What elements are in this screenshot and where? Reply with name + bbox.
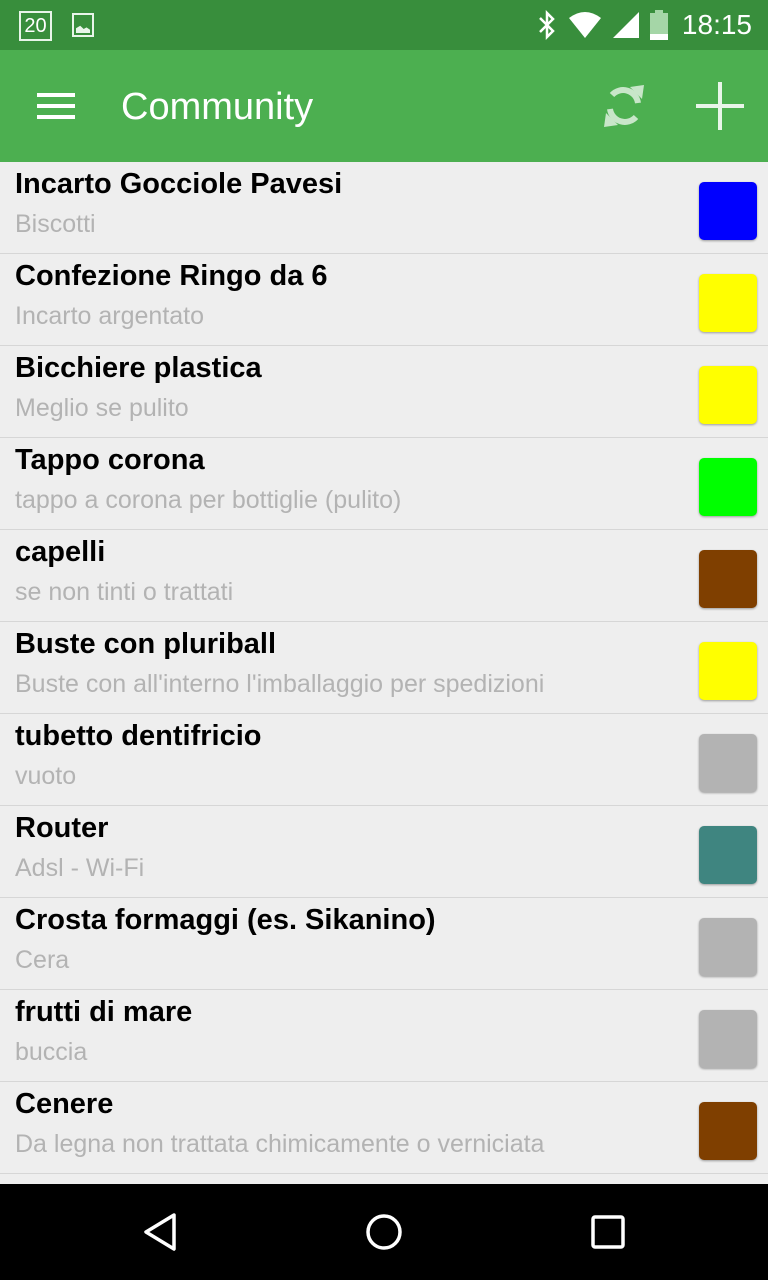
item-description: Da legna non trattata chimicamente o ver… <box>15 1130 545 1158</box>
back-button[interactable] <box>130 1202 190 1262</box>
item-description: Incarto argentato <box>15 302 205 330</box>
item-description: vuoto <box>15 762 77 790</box>
item-name: Buste con pluriball <box>15 628 277 660</box>
add-icon <box>696 82 744 130</box>
color-swatch <box>699 918 757 976</box>
item-name: Cenere <box>15 1088 114 1120</box>
battery-icon <box>649 10 668 40</box>
color-swatch <box>699 458 757 516</box>
wifi-icon <box>568 12 601 38</box>
item-name: frutti di mare <box>15 996 193 1028</box>
item-name: Router <box>15 812 109 844</box>
app-bar: Community <box>0 50 768 162</box>
list-item[interactable]: Cenere Da legna non trattata chimicamente… <box>0 1082 768 1174</box>
add-button[interactable] <box>692 78 748 134</box>
item-description: Cera <box>15 946 70 974</box>
color-swatch <box>699 826 757 884</box>
color-swatch <box>699 182 757 240</box>
item-description: Biscotti <box>15 210 96 238</box>
item-name: Incarto Gocciole Pavesi <box>15 168 343 200</box>
list-item[interactable]: capelli se non tinti o trattati <box>0 530 768 622</box>
item-description: Adsl - Wi-Fi <box>15 854 145 882</box>
color-swatch <box>699 734 757 792</box>
list-item[interactable]: Buste con pluriball Buste con all'interno… <box>0 622 768 714</box>
page-title: Community <box>121 86 314 128</box>
bluetooth-icon <box>539 10 555 40</box>
list-item-partial[interactable] <box>0 1174 768 1184</box>
item-description: tappo a corona per bottiglie (pulito) <box>15 486 402 514</box>
item-description: Meglio se pulito <box>15 394 189 422</box>
list-item[interactable]: Bicchiere plastica Meglio se pulito <box>0 346 768 438</box>
list-item[interactable]: Tappo corona tappo a corona per bottiglie… <box>0 438 768 530</box>
item-description: se non tinti o trattati <box>15 578 234 606</box>
menu-icon <box>37 93 75 119</box>
color-swatch <box>699 1010 757 1068</box>
clock: 18:15 <box>681 9 752 40</box>
list-item[interactable]: Confezione Ringo da 6 Incarto argentato <box>0 254 768 346</box>
back-icon <box>144 1213 176 1251</box>
list-item[interactable]: Router Adsl - Wi-Fi <box>0 806 768 898</box>
item-name: capelli <box>15 536 106 568</box>
menu-button[interactable] <box>30 80 82 132</box>
item-description: Buste con all'interno l'imballaggio per … <box>15 670 545 698</box>
color-swatch <box>699 1102 757 1160</box>
notification-20-icon: 20 <box>19 11 52 41</box>
color-swatch <box>699 366 757 424</box>
list-item[interactable]: Crosta formaggi (es. Sikanino) Cera <box>0 898 768 990</box>
item-name: Bicchiere plastica <box>15 352 262 384</box>
item-name: Crosta formaggi (es. Sikanino) <box>15 904 436 936</box>
item-name: Tappo corona <box>15 444 205 476</box>
color-swatch <box>699 550 757 608</box>
list-item[interactable]: Incarto Gocciole Pavesi Biscotti <box>0 162 768 254</box>
home-button[interactable] <box>354 1202 414 1262</box>
navigation-bar <box>0 1184 768 1280</box>
recents-button[interactable] <box>578 1202 638 1262</box>
item-name: Confezione Ringo da 6 <box>15 260 328 292</box>
item-name: tubetto dentifricio <box>15 720 262 752</box>
sync-button[interactable] <box>596 78 652 134</box>
status-bar: 20 18:15 <box>0 0 768 50</box>
cell-signal-icon <box>612 12 639 38</box>
color-swatch <box>699 274 757 332</box>
sync-icon <box>604 85 644 127</box>
list-item[interactable]: frutti di mare buccia <box>0 990 768 1082</box>
home-icon <box>366 1214 402 1250</box>
item-description: buccia <box>15 1038 88 1066</box>
list-item[interactable]: tubetto dentifricio vuoto <box>0 714 768 806</box>
image-icon <box>72 13 94 37</box>
recents-icon <box>591 1215 625 1249</box>
items-list[interactable]: Incarto Gocciole Pavesi Biscotti Confezion… <box>0 162 768 1184</box>
color-swatch <box>699 642 757 700</box>
